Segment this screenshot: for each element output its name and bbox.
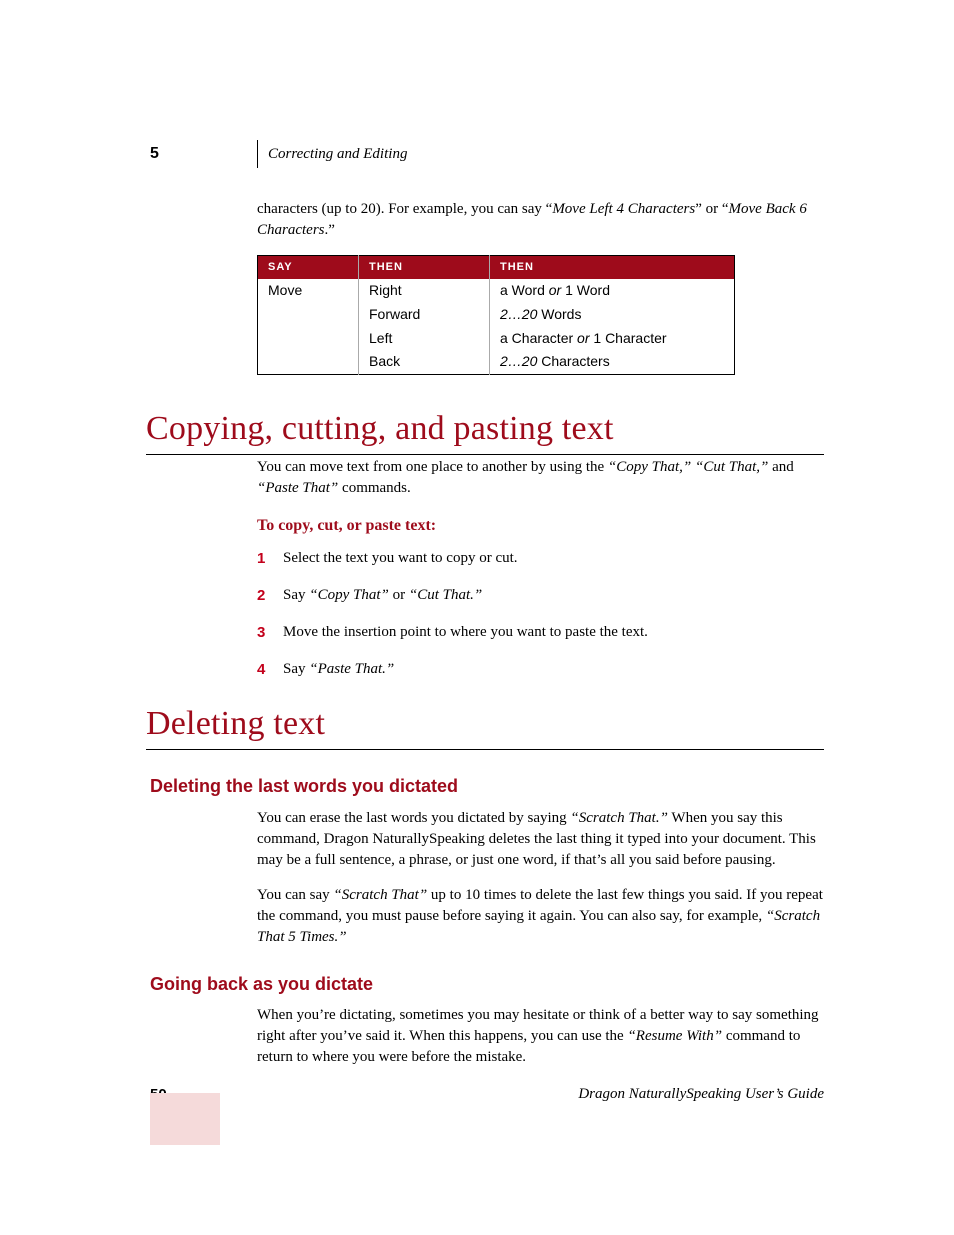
section-title-copying: Copying, cutting, and pasting text	[146, 405, 824, 456]
table-header-say: SAY	[258, 256, 359, 280]
step: 3 Move the insertion point to where you …	[257, 622, 824, 643]
header-divider	[257, 140, 258, 168]
table-row: Forward 2…20 Words	[258, 303, 735, 327]
table-header-then-2: THEN	[490, 256, 735, 280]
table-row: Back 2…20 Characters	[258, 350, 735, 374]
section-title-deleting: Deleting text	[146, 700, 824, 751]
deleting-para-2: You can say “Scratch That” up to 10 time…	[257, 885, 824, 948]
table-row: Move Right a Word or 1 Word	[258, 279, 735, 303]
subsection-last-words: Deleting the last words you dictated	[150, 774, 824, 799]
page-footer: 50 Dragon NaturallySpeaking User’s Guide	[150, 1084, 824, 1105]
page-tab-decoration	[150, 1093, 220, 1145]
procedure-steps: 1 Select the text you want to copy or cu…	[257, 548, 824, 680]
table-header-then-1: THEN	[359, 256, 490, 280]
table-row: Left a Character or 1 Character	[258, 327, 735, 351]
procedure-title: To copy, cut, or paste text:	[257, 515, 824, 537]
chapter-number: 5	[150, 143, 257, 165]
chapter-title: Correcting and Editing	[268, 144, 407, 165]
step: 1 Select the text you want to copy or cu…	[257, 548, 824, 569]
deleting-para-1: You can erase the last words you dictate…	[257, 808, 824, 871]
doc-title: Dragon NaturallySpeaking User’s Guide	[578, 1084, 824, 1105]
going-back-para: When you’re dictating, sometimes you may…	[257, 1005, 824, 1068]
step: 4 Say “Paste That.”	[257, 659, 824, 680]
page-header: 5 Correcting and Editing	[150, 140, 824, 165]
move-command-table: SAY THEN THEN Move Right a Word or 1 Wor…	[257, 255, 735, 375]
intro-paragraph: characters (up to 20). For example, you …	[257, 199, 824, 241]
subsection-going-back: Going back as you dictate	[150, 972, 824, 997]
step: 2 Say “Copy That” or “Cut That.”	[257, 585, 824, 606]
copying-intro: You can move text from one place to anot…	[257, 457, 824, 499]
